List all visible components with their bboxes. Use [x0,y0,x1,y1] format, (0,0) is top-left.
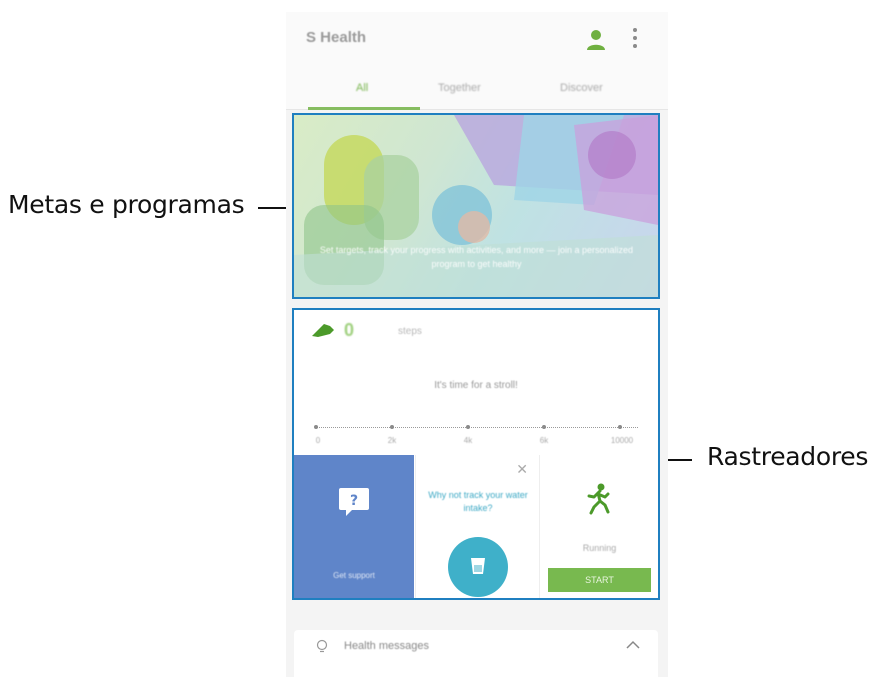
trackers-callout-label: Rastreadores [707,442,869,471]
active-tab-indicator [308,107,420,110]
app-bar: S Health [286,12,668,70]
phone-screen: S Health All Together Discover Set targe… [286,12,668,677]
trackers-highlight [292,308,660,600]
tab-together[interactable]: Together [438,82,481,94]
more-vertical-icon[interactable] [632,28,638,50]
lightbulb-icon [316,639,328,653]
tab-bar: All Together Discover [286,70,668,110]
health-messages-card[interactable]: Health messages [294,630,658,677]
goals-callout-line [258,207,288,209]
chevron-up-icon[interactable] [626,640,640,650]
tab-all[interactable]: All [356,82,368,94]
person-icon[interactable] [586,29,606,51]
app-title: S Health [306,29,367,46]
tab-discover[interactable]: Discover [560,82,603,94]
goals-programs-callout-label: Metas e programas [8,190,245,219]
goals-programs-highlight [292,113,660,299]
health-messages-title: Health messages [344,640,429,652]
